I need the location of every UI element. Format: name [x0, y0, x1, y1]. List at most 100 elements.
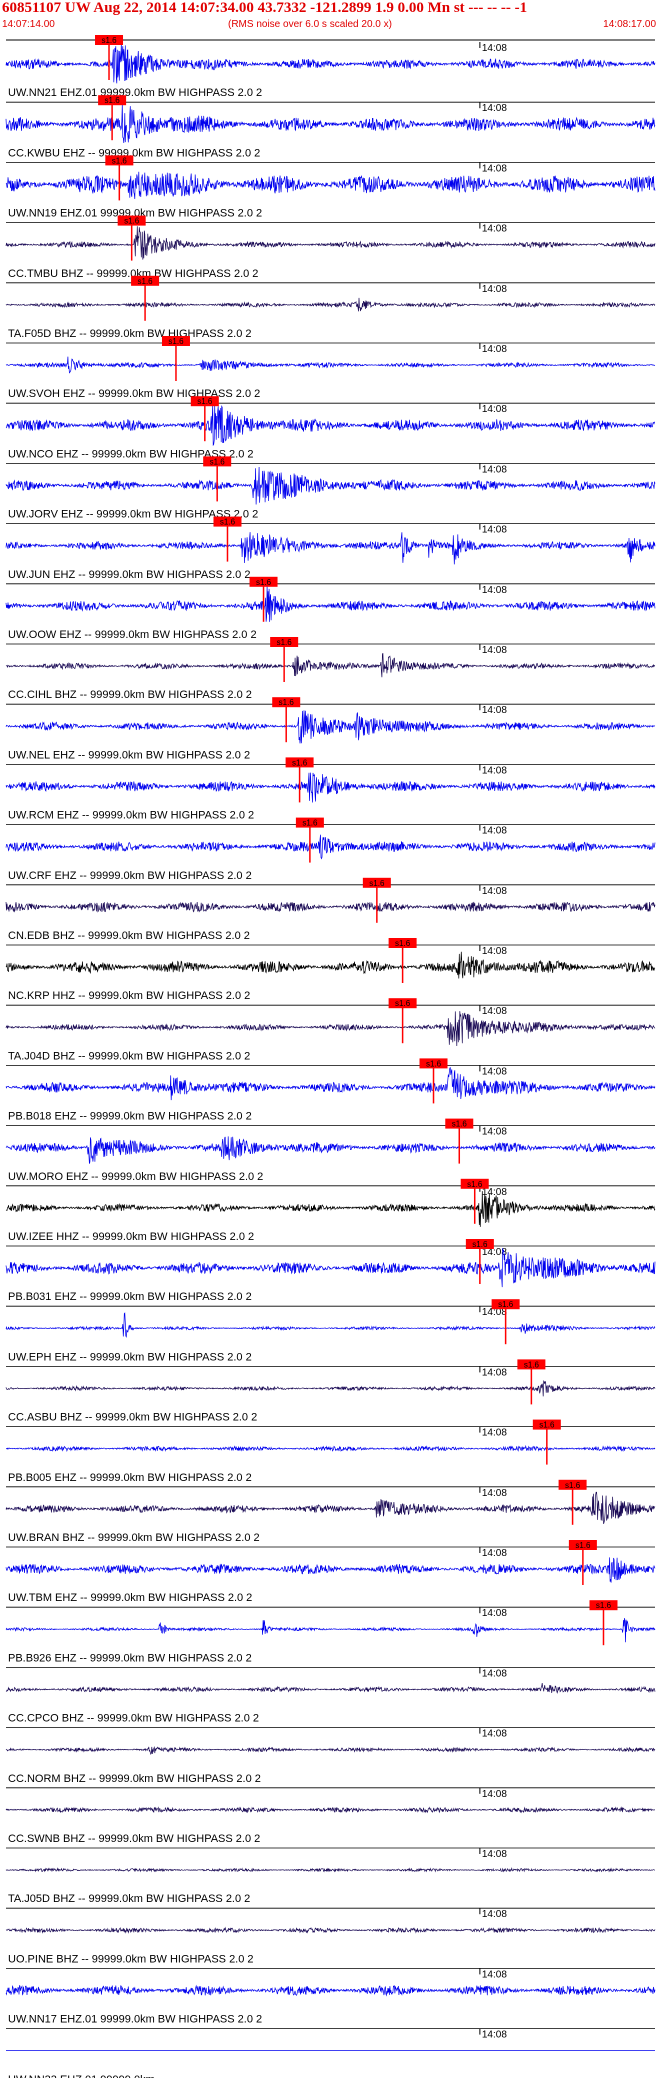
trace-row: 14:08s1.6UW.NCO EHZ -- 99999.0km BW HIGH… [5, 396, 655, 460]
minute-tick-label: 14:08 [482, 1006, 507, 1017]
trace-row: 14:08 s1.6 CC.KWBU EHZ -- 99999.0km BW HIG… [5, 95, 656, 159]
station-label: UW.MORO EHZ -- 99999.0km BW HIGHPASS 2.0… [8, 1171, 263, 1183]
pick-label: s1.6 [292, 758, 308, 767]
pick-label: s1.6 [302, 819, 318, 828]
minute-tick-label: 14:08 [482, 224, 507, 235]
station-label: UW.OOW EHZ -- 99999.0km BW HIGHPASS 2.0 … [8, 629, 257, 641]
trace-row: 14:08 s1.6 UW.SVOH EHZ -- 99999.0km BW HIG… [5, 336, 656, 400]
waveform-trace [5, 297, 656, 312]
trace-row: 14:08 s1.6 PB.B926 EHZ -- 99999.0km BW HIG… [5, 1600, 656, 1664]
minute-tick-label: 14:08 [482, 705, 507, 716]
trace-row: 14:08s1.6UW.IZEE HHZ -- 99999.0km BW HIG… [5, 1178, 656, 1243]
station-label: PB.B005 EHZ -- 99999.0km BW HIGHPASS 2.0… [8, 1472, 252, 1484]
minute-tick-label: 14:08 [482, 946, 507, 957]
station-label: UW.BRAN BHZ -- 99999.0km BW HIGHPASS 2.0… [8, 1532, 260, 1544]
station-label: UO.PINE BHZ -- 99999.0km BW HIGHPASS 2.0… [8, 1953, 254, 1965]
minute-tick-label: 14:08 [482, 1668, 507, 1679]
minute-tick-label: 14:08 [482, 103, 507, 114]
station-label: UW.NN33 EHZ.01 99999.0km [8, 2074, 155, 2078]
pick-label: s1.6 [539, 1421, 555, 1430]
station-label: CC.NORM BHZ -- 99999.0km BW HIGHPASS 2.0… [8, 1773, 261, 1785]
station-label: CN.EDB BHZ -- 99999.0km BW HIGHPASS 2.0 … [8, 930, 250, 942]
waveform-trace [5, 772, 656, 803]
waveform-trace [5, 585, 656, 622]
trace-row: 14:08s1.6CC.TMBU BHZ -- 99999.0km BW HIG… [5, 215, 656, 280]
station-label: UW.CRF EHZ -- 99999.0km BW HIGHPASS 2.0 … [8, 870, 252, 882]
trace-row: 14:08 CC.CPCO BHZ -- 99999.0km BW HIGHPAS… [5, 1667, 656, 1725]
trace-row: 14:08s1.6UW.EPH EHZ -- 99999.0km BW HIGH… [5, 1299, 656, 1363]
waveform-trace [5, 1067, 656, 1101]
waveform-trace [5, 951, 656, 979]
station-label: PB.B031 EHZ -- 99999.0km BW HIGHPASS 2.0… [8, 1291, 252, 1303]
station-label: TA.F05D BHZ -- 99999.0km BW HIGHPASS 2.0… [8, 328, 252, 340]
pick-label: s1.6 [197, 397, 213, 406]
waveform-trace [5, 834, 656, 860]
trace-row: 14:08 s1.6 UW.JUN EHZ -- 99999.0km BW HIGH… [5, 516, 656, 581]
minute-tick-label: 14:08 [482, 645, 507, 656]
waveform-trace [5, 356, 656, 374]
pick-label: s1.6 [395, 939, 411, 948]
waveform-trace [5, 901, 656, 913]
trace-row: 14:08 s1.6 NC.KRP HHZ -- 99999.0km BW HIGH… [5, 938, 656, 1002]
trace-row: 14:08 s1.6 TA.F05D BHZ -- 99999.0km BW HIG… [5, 275, 656, 340]
pick-label: s1.6 [105, 96, 121, 105]
waveform-trace [5, 43, 656, 84]
minute-tick-label: 14:08 [482, 163, 507, 174]
minute-tick-label: 14:08 [482, 826, 507, 837]
trace-row: 14:08 s1.6 PB.B005 EHZ -- 99999.0km BW HIG… [6, 1419, 656, 1484]
station-label: PB.B018 EHZ -- 99999.0km BW HIGHPASS 2.0… [8, 1111, 252, 1123]
station-label: UW.NN21 EHZ.01 99999.0km BW HIGHPASS 2.0… [8, 87, 262, 99]
trace-row: 14:08 TA.J05D BHZ -- 99999.0km BW HIGHPAS… [5, 1847, 656, 1905]
pick-label: s1.6 [565, 1481, 581, 1490]
minute-tick-label: 14:08 [482, 284, 507, 295]
station-label: CC.KWBU EHZ -- 99999.0km BW HIGHPASS 2.0… [8, 147, 260, 159]
trace-row: 14:08 s1.6 UW.RCM EHZ -- 99999.0km BW HIGH… [5, 757, 656, 822]
station-label: UW.IZEE HHZ -- 99999.0km BW HIGHPASS 2.0… [8, 1231, 254, 1243]
waveform-trace [5, 1491, 656, 1524]
minute-tick-label: 14:08 [482, 1969, 507, 1980]
trace-row: 14:08 s1.6 CN.EDB BHZ -- 99999.0km BW HIGH… [5, 877, 656, 942]
trace-row: 14:08 s1.6 UW.TBM EHZ -- 99999.0km BW HIGH… [5, 1540, 656, 1604]
trace-row: 14:08 s1.6 CC.CIHL BHZ -- 99999.0km BW HIG… [5, 637, 656, 701]
minute-tick-label: 14:08 [482, 1789, 507, 1800]
minute-tick-label: 14:08 [482, 43, 507, 54]
waveform-trace [5, 1379, 656, 1397]
waveform-trace [5, 404, 655, 447]
minute-tick-label: 14:08 [482, 2030, 507, 2041]
pick-label: s1.6 [279, 698, 295, 707]
waveform-trace [5, 710, 656, 744]
minute-tick-label: 14:08 [482, 886, 507, 897]
waveform-trace [5, 226, 656, 260]
station-label: UW.JUN EHZ -- 99999.0km BW HIGHPASS 2.0 … [8, 569, 250, 581]
station-label: CC.ASBU BHZ -- 99999.0km BW HIGHPASS 2.0… [8, 1412, 257, 1424]
trace-row: 14:08s1.6UW.JORV EHZ -- 99999.0km BW HIG… [5, 456, 656, 521]
waveform-trace [5, 1618, 656, 1643]
station-label: CC.CPCO BHZ -- 99999.0km BW HIGHPASS 2.0… [8, 1713, 259, 1725]
seismogram-plot: 14:08s1.6UW.NN21 EHZ.01 99999.0km BW HIG… [5, 35, 656, 2078]
waveform-trace [5, 1683, 656, 1694]
trace-row: 14:08 s1.6 CC.ASBU BHZ -- 99999.0km BW HIG… [5, 1359, 656, 1424]
pick-label: s1.6 [256, 578, 272, 587]
waveform-trace [5, 1926, 656, 1934]
pick-label: s1.6 [472, 1240, 488, 1249]
pick-label: s1.6 [498, 1300, 514, 1309]
trace-row: 14:08 s1.6 UW.NEL EHZ -- 99999.0km BW HIGH… [5, 697, 656, 761]
station-label: UW.EPH EHZ -- 99999.0km BW HIGHPASS 2.0 … [8, 1351, 252, 1363]
trace-row: 14:08 s1.6 UW.NN21 EHZ.01 99999.0km BW HIG… [5, 35, 656, 99]
trace-row: 14:08 s1.6 TA.J04D BHZ -- 99999.0km BW HIG… [5, 998, 656, 1062]
waveform-trace [5, 1557, 656, 1583]
pick-label: s1.6 [210, 457, 226, 466]
minute-tick-label: 14:08 [482, 464, 507, 475]
minute-tick-label: 14:08 [482, 344, 507, 355]
station-label: CC.CIHL BHZ -- 99999.0km BW HIGHPASS 2.0… [8, 689, 252, 701]
station-label: TA.J04D BHZ -- 99999.0km BW HIGHPASS 2.0… [8, 1050, 250, 1062]
waveform-trace [5, 652, 656, 678]
pick-label: s1.6 [112, 156, 128, 165]
trace-row: 14:08 UW.NN17 EHZ.01 99999.0km BW HIGHPAS… [5, 1968, 656, 2026]
minute-tick-label: 14:08 [482, 404, 507, 415]
pick-label: s1.6 [452, 1120, 468, 1129]
waveform-trace [5, 171, 656, 200]
pick-label: s1.6 [524, 1360, 540, 1369]
waveform-trace [6, 1444, 656, 1453]
waveform-trace [5, 1191, 656, 1227]
